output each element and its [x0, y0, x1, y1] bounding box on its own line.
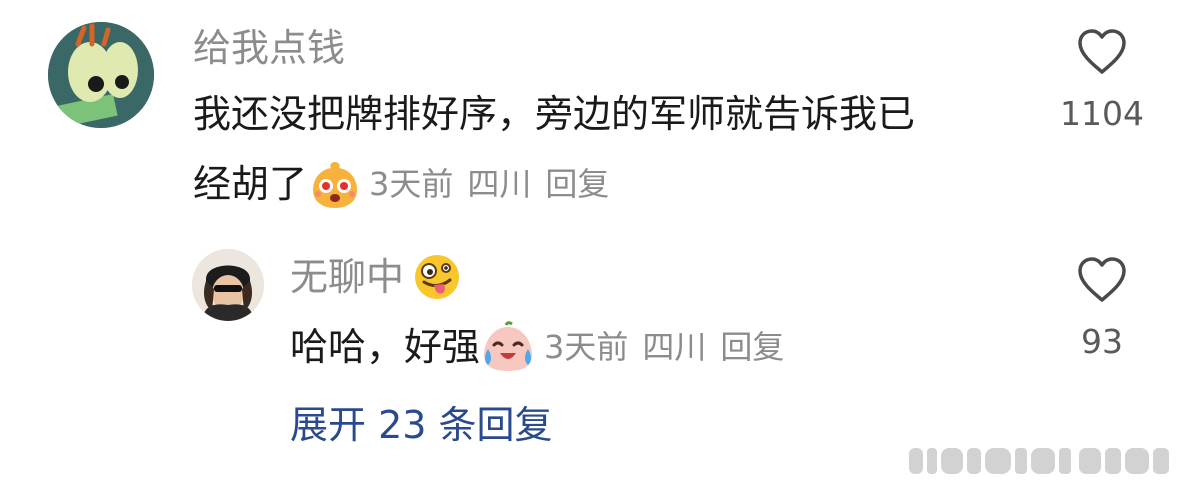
- replier-username[interactable]: 无聊中: [290, 254, 404, 300]
- comment-second-line: 经胡了 3天前 四川 回复: [193, 158, 609, 210]
- zany-face-emoji: [412, 252, 462, 302]
- reply-text-row: 哈哈，好强 3天前 四川 回复: [290, 321, 784, 373]
- expand-replies-link[interactable]: 展开 23 条回复: [290, 402, 553, 448]
- comment-reply-button[interactable]: 回复: [545, 164, 609, 204]
- reply-location: 四川: [642, 328, 707, 366]
- commenter-avatar[interactable]: [48, 22, 154, 128]
- commenter-username[interactable]: 给我点钱: [193, 25, 345, 71]
- reply-like[interactable]: 93: [1060, 256, 1144, 362]
- reply-reply-button[interactable]: 回复: [720, 327, 784, 367]
- surprised-star-eyes-emoji: [309, 158, 361, 210]
- reply-time: 3天前: [544, 328, 629, 366]
- heart-icon[interactable]: [1076, 28, 1128, 76]
- comment-like-count: 1104: [1060, 94, 1144, 133]
- replier-avatar[interactable]: [192, 249, 264, 321]
- comment-text-line1: 我还没把牌排好序，旁边的军师就告诉我已: [193, 92, 916, 136]
- heart-icon[interactable]: [1076, 256, 1128, 304]
- reply-like-count: 93: [1081, 322, 1123, 361]
- laughing-tears-emoji: [480, 321, 536, 373]
- comment-like[interactable]: 1104: [1060, 28, 1144, 134]
- comment-location: 四川: [467, 165, 532, 203]
- reply-text: 哈哈，好强: [290, 325, 481, 369]
- replier-name-row: 无聊中: [290, 252, 462, 302]
- watermark-graphic: [905, 440, 1173, 480]
- comment-text-line2: 经胡了: [193, 162, 308, 206]
- comment-time: 3天前: [369, 165, 454, 203]
